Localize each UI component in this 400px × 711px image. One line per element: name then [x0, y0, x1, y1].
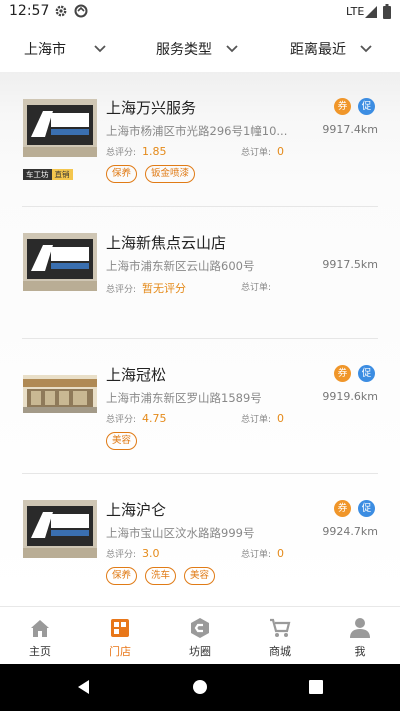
sync-icon: [74, 4, 88, 18]
filter-city-label: 上海市: [24, 42, 66, 58]
tab-profile-label: 我: [354, 645, 366, 658]
shop-name: 上海沪仑: [106, 501, 167, 519]
coupon-badge: 券: [334, 500, 351, 517]
tab-profile[interactable]: 我: [320, 607, 400, 665]
shop-score: 总评分: 3.0: [106, 547, 160, 560]
service-tag: 洗车: [145, 567, 177, 585]
tab-community-label: 坊圈: [189, 645, 211, 658]
tab-mall[interactable]: 商城: [240, 607, 320, 665]
cart-icon: [270, 618, 291, 637]
circle-community-icon: [191, 618, 209, 638]
shop-orders: 总订单:: [241, 283, 272, 293]
shop-orders: 总订单: 0: [241, 145, 285, 158]
shop-distance: 9924.7km: [322, 525, 378, 538]
filter-sort-dropdown[interactable]: 距离最近: [290, 39, 372, 59]
shop-address: 上海市杨浦区市光路296号1幢10...: [106, 124, 288, 138]
battery-icon: [383, 4, 391, 19]
tab-home[interactable]: 主页: [0, 607, 80, 665]
filter-city-dropdown[interactable]: 上海市: [24, 39, 106, 59]
shop-name: 上海万兴服务: [106, 99, 197, 117]
gear-icon: [55, 5, 67, 17]
tab-mall-label: 商城: [269, 645, 291, 658]
service-tag: 保养: [106, 165, 138, 183]
shop-tags: 保养 洗车 美容: [106, 567, 223, 585]
filter-bar: 上海市 服务类型 距离最近: [0, 24, 400, 72]
shop-address: 上海市浦东新区罗山路1589号: [106, 391, 262, 405]
back-icon[interactable]: [76, 679, 92, 695]
filter-service-label: 服务类型: [156, 42, 212, 58]
shop-logo-image: [23, 233, 97, 291]
shop-score: 总评分: 暂无评分: [106, 282, 187, 295]
promo-badge: 促: [358, 98, 375, 115]
profile-icon: [350, 618, 370, 638]
service-tag: 美容: [106, 432, 138, 450]
shop-distance: 9919.6km: [322, 390, 378, 403]
chevron-down-icon: [360, 45, 372, 53]
shop-storefront-image: [23, 375, 97, 413]
shop-brand-label: 车工坊 直销: [23, 169, 73, 180]
coupon-badge: 券: [334, 365, 351, 382]
service-tag: 美容: [184, 567, 216, 585]
shop-card[interactable]: 上海冠松 上海市浦东新区罗山路1589号 券 促 9919.6km 总评分: 4.…: [0, 339, 400, 474]
status-bar: 12:57 LTE: [0, 0, 400, 24]
shop-distance: 9917.5km: [322, 258, 378, 271]
shop-score: 总评分: 4.75: [106, 412, 167, 425]
shop-name: 上海新焦点云山店: [106, 234, 227, 252]
tab-home-label: 主页: [29, 645, 51, 658]
bottom-tab-bar: 主页 门店 坊圈 商城 我: [0, 606, 400, 664]
tab-community[interactable]: 坊圈: [160, 607, 240, 665]
shop-distance: 9917.4km: [322, 123, 378, 136]
shop-card[interactable]: 上海新焦点云山店 上海市浦东新区云山路600号 9917.5km 总评分: 暂无评…: [0, 207, 400, 339]
home-icon: [31, 620, 49, 637]
shop-orders: 总订单: 0: [241, 547, 285, 560]
home-button-icon[interactable]: [192, 679, 208, 695]
filter-sort-label: 距离最近: [290, 42, 346, 58]
promo-badge: 促: [358, 365, 375, 382]
shop-tags: 保养 钣金喷漆: [106, 165, 203, 183]
service-tag: 钣金喷漆: [145, 165, 196, 183]
shop-list[interactable]: 车工坊 直销 上海万兴服务 上海市杨浦区市光路296号1幢10... 券 促 99…: [0, 72, 400, 606]
store-icon: [111, 619, 129, 637]
system-nav-bar: [0, 664, 400, 711]
shop-card[interactable]: 车工坊 直销 上海万兴服务 上海市杨浦区市光路296号1幢10... 券 促 99…: [0, 72, 400, 207]
shop-address: 上海市宝山区汶水路路999号: [106, 526, 255, 540]
status-network: LTE: [346, 5, 365, 18]
service-tag: 保养: [106, 567, 138, 585]
shop-tags: 美容: [106, 432, 145, 450]
shop-address: 上海市浦东新区云山路600号: [106, 259, 255, 273]
chevron-down-icon: [226, 45, 238, 53]
shop-logo-image: [23, 500, 97, 558]
shop-card[interactable]: 上海沪仑 上海市宝山区汶水路路999号 券 促 9924.7km 总评分: 3.0…: [0, 474, 400, 606]
tab-store[interactable]: 门店: [80, 607, 160, 665]
shop-orders: 总订单: 0: [241, 412, 285, 425]
filter-service-dropdown[interactable]: 服务类型: [156, 39, 238, 59]
shop-logo-image: [23, 99, 97, 157]
signal-icon: [365, 6, 377, 18]
status-time: 12:57: [9, 3, 50, 19]
promo-badge: 促: [358, 500, 375, 517]
shop-score: 总评分: 1.85: [106, 145, 167, 158]
recents-icon[interactable]: [309, 680, 323, 694]
shop-name: 上海冠松: [106, 366, 167, 384]
chevron-down-icon: [94, 45, 106, 53]
coupon-badge: 券: [334, 98, 351, 115]
tab-store-label: 门店: [109, 645, 131, 658]
